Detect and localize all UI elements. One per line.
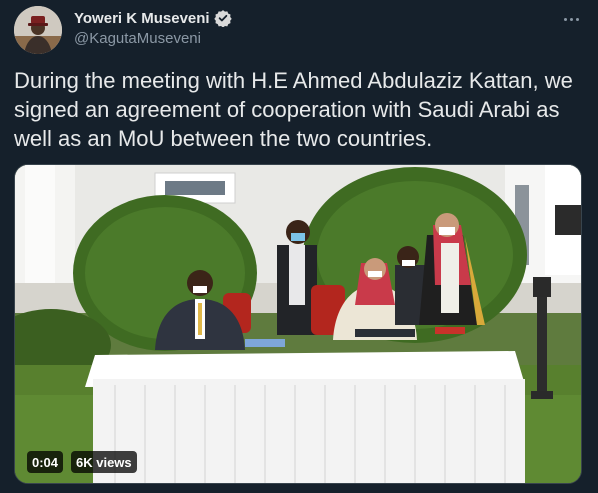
tweet-text: During the meeting with H.E Ahmed Abdula… (14, 68, 573, 151)
author-display-name[interactable]: Yoweri K Museveni (74, 10, 210, 27)
video-views-badge: 6K views (71, 451, 137, 473)
tweet-video[interactable]: 0:04 6K views (14, 164, 582, 484)
author-handle[interactable]: @KagutaMuseveni (74, 30, 201, 47)
more-options-icon[interactable] (558, 8, 584, 30)
avatar[interactable] (14, 6, 62, 54)
video-duration-badge: 0:04 (27, 451, 64, 473)
verified-badge-icon (213, 9, 232, 28)
video-frame (15, 165, 581, 483)
author-name-row[interactable]: Yoweri K Museveni (74, 9, 232, 28)
